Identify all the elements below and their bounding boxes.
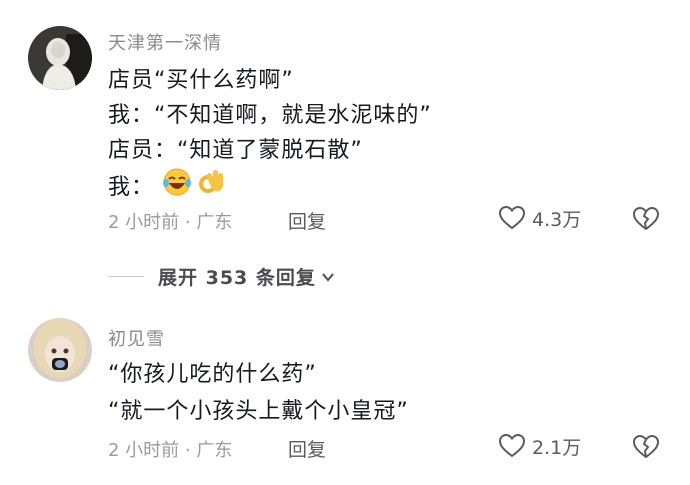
laughing-crying-emoji-icon: [162, 167, 192, 203]
broken-heart-icon: [632, 206, 660, 231]
expand-replies-button[interactable]: 展开 353 条回复: [108, 263, 336, 290]
avatar-image: [28, 318, 92, 382]
heart-outline-icon: [498, 205, 526, 230]
dislike-button[interactable]: [632, 205, 660, 233]
like-count: 4.3万: [532, 208, 582, 231]
avatar[interactable]: [28, 318, 92, 382]
comment-author[interactable]: 天津第一深情: [108, 29, 222, 55]
comment-text-line: 店员“买什么药啊”: [108, 68, 294, 93]
comment-text-line: 我：“不知道啊，就是水泥味的”: [108, 103, 432, 128]
ok-hand-emoji-icon: [196, 167, 226, 203]
chevron-down-icon: [322, 272, 334, 282]
reply-button[interactable]: 回复: [288, 435, 326, 462]
like-button[interactable]: 4.3万: [498, 204, 581, 232]
comment-author[interactable]: 初见雪: [108, 325, 165, 351]
comment-meta: 2 小时前 · 广东: [108, 440, 233, 461]
like-button[interactable]: 2.1万: [498, 432, 581, 460]
broken-heart-icon: [632, 434, 660, 459]
heart-outline-icon: [498, 433, 526, 458]
expand-replies-label: 展开 353 条回复: [158, 267, 316, 289]
comment-text-line-with-emoji: 我：: [108, 167, 226, 203]
dislike-button[interactable]: [632, 433, 660, 461]
comment-text-line: “你孩儿吃的什么药”: [108, 362, 317, 387]
comment-meta: 2 小时前 · 广东: [108, 212, 233, 233]
avatar-image: [28, 26, 92, 90]
comment-text-line: 店员：“知道了蒙脱石散”: [108, 138, 363, 163]
reply-button[interactable]: 回复: [288, 207, 326, 234]
divider-line: [108, 276, 144, 277]
avatar[interactable]: [28, 26, 92, 90]
like-count: 2.1万: [532, 436, 582, 459]
comment-item: 初见雪 “你孩儿吃的什么药” “就一个小孩头上戴个小皇冠” 2 小时前 · 广东…: [0, 305, 690, 485]
comment-text-fragment: 我：: [108, 175, 155, 200]
comment-text-line: “就一个小孩头上戴个小皇冠”: [108, 399, 409, 424]
comment-item: 天津第一深情 店员“买什么药啊” 我：“不知道啊，就是水泥味的” 店员：“知道了…: [0, 0, 690, 250]
